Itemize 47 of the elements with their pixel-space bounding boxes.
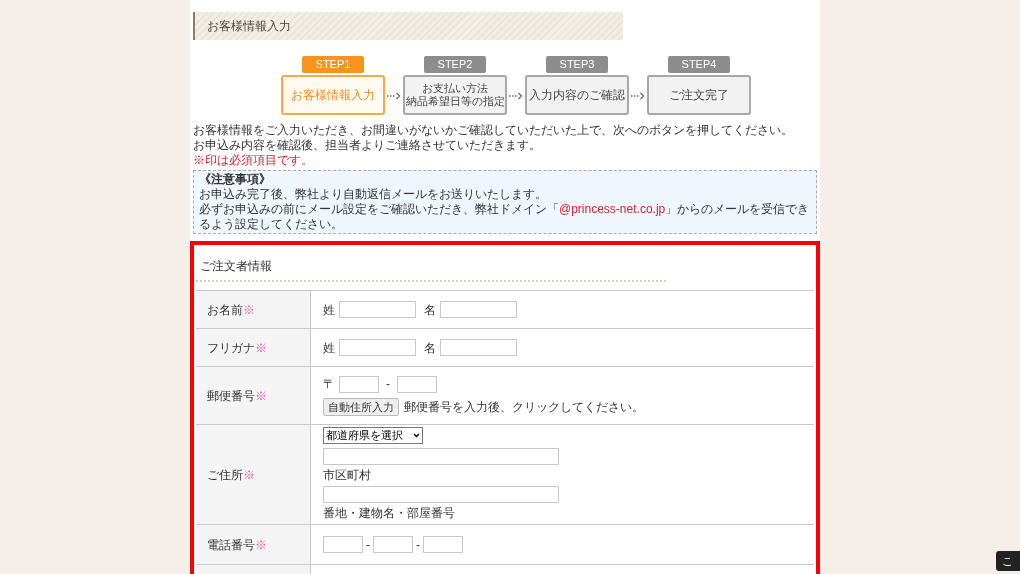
field-label: 名 <box>424 339 436 357</box>
dotted-arrow-icon <box>631 92 645 100</box>
input-field[interactable] <box>373 536 413 553</box>
step-box: ご注文完了 <box>647 75 751 115</box>
row-label: フリガナ※ <box>207 339 267 357</box>
notice-text: お申込み完了後、弊社より自動返信メールをお送りいたします。 <box>199 187 548 202</box>
input-field[interactable] <box>397 375 437 393</box>
input-field[interactable] <box>323 447 559 465</box>
row-label: ご住所※ <box>207 466 255 484</box>
hint-text: 郵便番号を入力後、クリックしてください。 <box>404 399 644 416</box>
step-box: お客様情報入力 <box>281 75 385 115</box>
chevron-down-icon <box>413 433 420 438</box>
intro-text: お申込み内容を確認後、担当者よりご連絡させていただきます。 <box>193 138 542 153</box>
field-label: 姓 <box>323 301 335 319</box>
field-caption: 市区町村 <box>323 467 372 484</box>
input-field[interactable] <box>440 339 517 356</box>
notice-title: 《注意事項》 <box>199 172 272 187</box>
dotted-arrow-icon <box>509 92 523 100</box>
input-field[interactable] <box>423 536 463 553</box>
input-field[interactable] <box>323 485 559 503</box>
input-field[interactable] <box>339 301 416 318</box>
postal-mark: 〒 <box>323 376 335 393</box>
row-label: 電話番号※ <box>207 536 267 554</box>
dash-text: - <box>416 536 420 554</box>
dotted-arrow-icon <box>387 92 401 100</box>
step-box: お支払い方法 納品希望日等の指定 <box>403 75 507 115</box>
prefecture-select[interactable]: 都道府県を選択 <box>323 427 423 444</box>
domain-link[interactable]: @princess-net.co.jp <box>559 202 666 216</box>
notice-text: 必ずお申込みの前にメール設定をご確認いただき、弊社ドメイン「@princess-net.co.jp」からのメールを受信できるよう設定してください。 <box>199 202 811 232</box>
input-field[interactable] <box>440 301 517 318</box>
auto-address-button[interactable]: 自動住所入力 <box>323 398 399 416</box>
dash-text: - <box>386 376 390 393</box>
step-box: 入力内容のご確認 <box>525 75 629 115</box>
input-field[interactable] <box>323 536 363 553</box>
section-title: ご注文者情報 <box>200 259 272 273</box>
corner-button[interactable]: こ <box>996 551 1020 571</box>
row-label: 郵便番号※ <box>207 387 267 405</box>
intro-text: お客様情報をご入力いただき、お間違いがないかご確認していただいた上で、次へのボタンを押してください。 <box>193 123 794 138</box>
field-label: 姓 <box>323 339 335 357</box>
page-header: お客様情報入力 <box>193 12 623 40</box>
field-caption: 番地・建物名・部屋番号 <box>323 505 456 522</box>
required-note: ※印は必須項目です。 <box>193 153 314 168</box>
field-label: 名 <box>424 301 436 319</box>
row-label: お名前※ <box>207 301 255 319</box>
dash-text: - <box>366 536 370 554</box>
input-field[interactable] <box>339 339 416 356</box>
input-field[interactable] <box>339 375 379 393</box>
